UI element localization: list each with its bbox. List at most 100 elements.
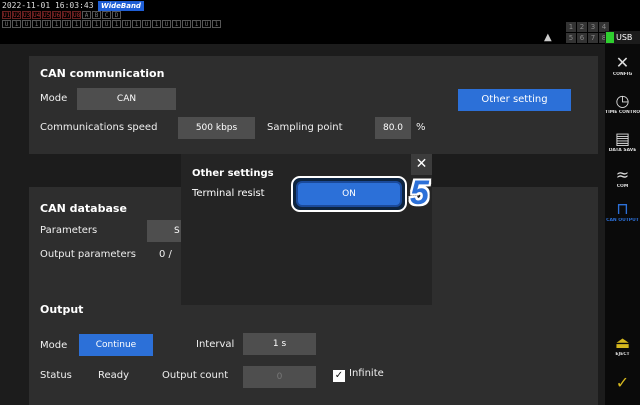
indicator-cell: 3 xyxy=(588,22,598,32)
sampling-label: Sampling point xyxy=(267,122,343,133)
eject-label: EJECT xyxy=(615,352,630,357)
side-menu: ✕ CONFIG ◷ TIME CONTROL ▤ DATA SAVE ≈ CO… xyxy=(605,44,640,405)
bandwidth-badge: WideBand xyxy=(98,1,144,11)
indicator-cell: U xyxy=(142,20,151,28)
usb-led-icon xyxy=(606,32,614,43)
indicator-cell: 1 xyxy=(12,20,21,28)
infinite-label: Infinite xyxy=(349,368,384,379)
indicator-cell: U xyxy=(62,20,71,28)
indicator-cell: 7 xyxy=(588,33,598,43)
section-title: CAN database xyxy=(40,202,127,215)
config-label: CONFIG xyxy=(612,72,633,77)
indicator-cell: U xyxy=(162,20,171,28)
usb-status: USB xyxy=(605,31,640,44)
output-count-label: Output count xyxy=(162,370,229,381)
com-menu-item[interactable]: ≈ COM xyxy=(605,166,640,190)
section-title: Output xyxy=(40,303,84,316)
tools-icon: ✕ xyxy=(615,53,630,72)
close-icon[interactable]: ✕ xyxy=(411,154,432,175)
output-parameters-label: Output parameters xyxy=(40,249,136,260)
save-check-icon: ✓ xyxy=(615,373,630,392)
interval-select[interactable]: 1 s xyxy=(243,333,316,355)
eject-icon: ⏏ xyxy=(614,333,631,352)
channel-indicators: U1 U2 U3 U4 U5 U6 U7 U8 A B C D U1U1U1U1U1U1U1U1U1U… xyxy=(2,11,221,29)
indicator-cell: 1 xyxy=(72,20,81,28)
save-menu-item[interactable]: ✓ xyxy=(605,374,640,392)
indicator-cell: 5 xyxy=(566,33,576,43)
can-output-icon: ⊓ xyxy=(616,199,629,218)
parameters-label: Parameters xyxy=(40,225,98,236)
section-title: CAN communication xyxy=(40,67,165,80)
indicator-cell: D xyxy=(112,11,121,19)
step-number-callout: 5 xyxy=(410,174,429,212)
indicator-cell: U xyxy=(202,20,211,28)
data-save-menu-item[interactable]: ▤ DATA SAVE xyxy=(605,129,640,154)
indicator-cell: U3 xyxy=(22,11,31,19)
data-save-icon: ▤ xyxy=(614,129,631,148)
indicator-cell: 1 xyxy=(212,20,221,28)
output-panel: Output Mode Continue Interval 1 s Status… xyxy=(29,288,598,405)
dialog-title: Other settings xyxy=(192,168,274,179)
com-label: COM xyxy=(616,184,629,189)
config-menu-item[interactable]: ✕ CONFIG xyxy=(605,53,640,78)
indicator-cell: 1 xyxy=(112,20,121,28)
speed-label: Communications speed xyxy=(40,122,158,133)
network-icon: ▲ xyxy=(544,32,552,43)
other-setting-button[interactable]: Other setting xyxy=(458,89,571,111)
output-count-field[interactable]: 0 xyxy=(243,366,316,388)
usb-label: USB xyxy=(616,33,633,42)
indicator-cell: 1 xyxy=(132,20,141,28)
mode-label: Mode xyxy=(40,340,68,351)
stopwatch-icon: ◷ xyxy=(615,91,630,110)
mode-label: Mode xyxy=(40,93,68,104)
can-communication-panel: CAN communication Mode CAN Other setting… xyxy=(29,56,598,154)
indicator-cell: 1 xyxy=(152,20,161,28)
interval-label: Interval xyxy=(196,339,235,350)
status-bar: 2022-11-01 16:03:43 WideBand U1 U2 U3 U4 U5 U… xyxy=(0,0,640,44)
indicator-cell: 1 xyxy=(566,22,576,32)
indicator-cell: U8 xyxy=(72,11,81,19)
indicator-cell: U xyxy=(2,20,11,28)
indicator-cell: U6 xyxy=(52,11,61,19)
indicator-cell: C xyxy=(102,11,111,19)
terminal-resist-toggle[interactable]: ON xyxy=(296,181,402,207)
status-value: Ready xyxy=(98,370,130,381)
indicator-cell: U2 xyxy=(12,11,21,19)
eject-menu-item[interactable]: ⏏ EJECT xyxy=(605,333,640,358)
indicator-cell: 1 xyxy=(192,20,201,28)
time-control-menu-item[interactable]: ◷ TIME CONTROL xyxy=(605,91,640,116)
indicator-cell: B xyxy=(92,11,101,19)
indicator-cell: U xyxy=(82,20,91,28)
indicator-cell: U xyxy=(102,20,111,28)
indicator-cell: 6 xyxy=(577,33,587,43)
mode-select[interactable]: CAN xyxy=(77,88,176,110)
indicator-cell: A xyxy=(82,11,91,19)
indicator-cell: U5 xyxy=(42,11,51,19)
sampling-input[interactable]: 80.0 xyxy=(375,117,411,139)
status-label: Status xyxy=(40,370,72,381)
datetime: 2022-11-01 16:03:43 xyxy=(2,1,94,10)
indicator-cell: 1 xyxy=(52,20,61,28)
speed-select[interactable]: 500 kbps xyxy=(178,117,255,139)
sampling-unit: % xyxy=(416,122,426,133)
can-output-menu-item[interactable]: ⊓ CAN OUTPUT xyxy=(605,199,640,224)
indicator-cell: U xyxy=(122,20,131,28)
indicator-cell: U xyxy=(42,20,51,28)
data-save-label: DATA SAVE xyxy=(608,148,637,153)
indicator-cell: 1 xyxy=(92,20,101,28)
channel-grid: 1234 5678 xyxy=(566,22,609,44)
indicator-cell: U7 xyxy=(62,11,71,19)
infinite-checkbox[interactable]: ✓ xyxy=(333,370,345,382)
output-parameters-value: 0 / xyxy=(159,249,172,260)
can-output-label: CAN OUTPUT xyxy=(606,218,639,223)
indicator-cell: 1 xyxy=(172,20,181,28)
indicator-cell: U1 xyxy=(2,11,11,19)
terminal-resist-label: Terminal resist xyxy=(192,188,265,199)
indicator-cell: U xyxy=(182,20,191,28)
output-mode-select[interactable]: Continue xyxy=(79,334,153,356)
time-control-label: TIME CONTROL xyxy=(605,110,640,115)
indicator-cell: 1 xyxy=(32,20,41,28)
indicator-cell: U xyxy=(22,20,31,28)
indicator-cell: 2 xyxy=(577,22,587,32)
indicator-cell: U4 xyxy=(32,11,41,19)
